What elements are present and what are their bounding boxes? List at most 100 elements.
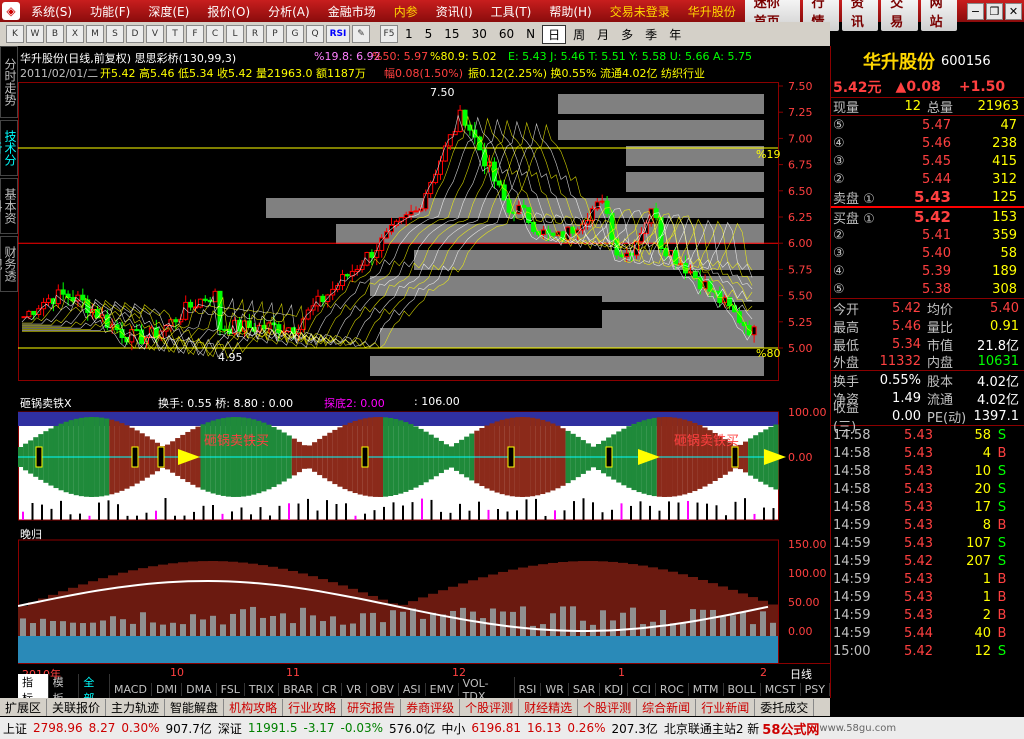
tab-intraday[interactable]: 分时走势 [0,46,18,118]
toolbar-icon-x[interactable]: X [66,25,84,43]
period-multi[interactable]: 多 [616,26,638,43]
period-day[interactable]: 日 [542,24,567,44]
ind-tab-dma[interactable]: DMA [182,683,217,696]
indicator1-volume-bar [449,512,452,520]
btab-news[interactable]: 综合新闻 [637,698,697,716]
toolbar-icon-g[interactable]: G [286,25,304,43]
toolbar-icon-c[interactable]: C [206,25,224,43]
btab-broker-rating[interactable]: 券商评级 [401,698,461,716]
ind-tab-dmi[interactable]: DMI [152,683,183,696]
btab-extension[interactable]: 扩展区 [0,698,48,716]
tab-technical[interactable]: 技术分析 [0,120,18,176]
menu-function[interactable]: 功能(F) [81,3,139,20]
menu-depth[interactable]: 深度(E) [139,3,198,20]
zx-index-label[interactable]: 中小 [438,720,468,737]
btab-institution[interactable]: 机构攻略 [224,698,284,716]
ind-tab-mcst[interactable]: MCST [761,683,801,696]
tab-fundamentals[interactable]: 基本资料 [0,178,18,234]
period-n[interactable]: N [521,27,540,41]
period-15min[interactable]: 15 [439,27,464,41]
restore-icon[interactable]: ❐ [986,2,1003,20]
kline-icon[interactable]: K [6,25,24,43]
menu-quote[interactable]: 报价(O) [198,3,259,20]
ind-tab-psy[interactable]: PSY [801,683,830,696]
ind-tab-wr[interactable]: WR [541,683,569,696]
btab-stock-eval-2[interactable]: 个股评测 [578,698,638,716]
menu-tools[interactable]: 工具(T) [482,3,541,20]
ind-tab-brar[interactable]: BRAR [279,683,318,696]
ind-tab-trix[interactable]: TRIX [245,683,280,696]
nav-website[interactable]: 网站 [920,0,957,31]
toolbar-icon-l[interactable]: L [226,25,244,43]
period-30min[interactable]: 30 [467,27,492,41]
ind-tab-fsl[interactable]: FSL [217,683,245,696]
ind-tab-obv[interactable]: OBV [367,683,399,696]
toolbar-icon-w[interactable]: W [26,25,44,43]
indicator1-volume-bar [772,508,775,520]
chart-area[interactable]: 7.50 7.25 7.00 6.75 6.50 6.25 6.00 5.75 5.50 5.25… [17,46,830,664]
period-60min[interactable]: 60 [494,27,519,41]
toolbar-icon-v[interactable]: V [146,25,164,43]
ind-tab-boll[interactable]: BOLL [724,683,761,696]
ind-tab-vr[interactable]: VR [342,683,367,696]
btab-main-force[interactable]: 主力轨迹 [106,698,166,716]
pencil-icon[interactable]: ✎ [352,25,370,43]
indicator2-grey-bar [310,615,316,636]
toolbar-icon-m[interactable]: M [86,25,104,43]
btab-smart-analysis[interactable]: 智能解盘 [165,698,225,716]
period-quarter[interactable]: 季 [640,26,662,43]
btab-industry-strategy[interactable]: 行业攻略 [283,698,343,716]
btab-orders[interactable]: 委托成交 [755,698,815,716]
ind-tab-emv[interactable]: EMV [426,683,459,696]
ind-tab-asi[interactable]: ASI [399,683,426,696]
btab-industry-news[interactable]: 行业新闻 [696,698,756,716]
menu-help[interactable]: 帮助(H) [540,3,600,20]
period-year[interactable]: 年 [664,26,686,43]
toolbar-icon-r[interactable]: R [246,25,264,43]
rsi-icon[interactable]: RSI [326,25,350,43]
menu-system[interactable]: 系统(S) [22,3,81,20]
sh-index-label[interactable]: 上证 [0,720,30,737]
chart-canvas[interactable]: 7.50 7.25 7.00 6.75 6.50 6.25 6.00 5.75 5.50 5.25… [17,46,830,664]
price-tick-label: 6.50 [788,185,813,198]
toolbar-icon-f[interactable]: F [186,25,204,43]
tab-financials[interactable]: 财务透视 [0,236,18,292]
menu-analysis[interactable]: 分析(A) [259,3,319,20]
period-5min[interactable]: 5 [420,27,438,41]
ind-tab-macd[interactable]: MACD [110,683,152,696]
period-1min[interactable]: 1 [400,27,418,41]
ind-tab-roc[interactable]: ROC [656,683,689,696]
period-month[interactable]: 月 [592,26,614,43]
x-period-label: 日线 [790,668,812,681]
menu-trade-status[interactable]: 交易未登录 [601,3,679,20]
quote-header: 华升股份 600156 [831,46,1024,76]
ind-tab-cci[interactable]: CCI [628,683,656,696]
period-week[interactable]: 周 [568,26,590,43]
minimize-icon[interactable]: − [967,2,984,20]
nav-trade[interactable]: 交易 [881,0,918,31]
nav-info[interactable]: 资讯 [841,0,879,31]
btab-finance-select[interactable]: 财经精选 [519,698,579,716]
btab-related-quote[interactable]: 关联报价 [47,698,107,716]
sz-index-label[interactable]: 深证 [215,720,245,737]
server-status[interactable]: 北京联通主站2 新 [661,720,762,737]
menu-info[interactable]: 资讯(I) [427,3,482,20]
toolbar-icon-p[interactable]: P [266,25,284,43]
toolbar-icon-s[interactable]: S [106,25,124,43]
ind-tab-sar[interactable]: SAR [569,683,601,696]
tick-row: 15:00 5.42 12 S [831,642,1024,660]
ind-tab-kdj[interactable]: KDJ [600,683,629,696]
ind-tab-rsi[interactable]: RSI [515,683,542,696]
toolbar-icon-d[interactable]: D [126,25,144,43]
ind-tab-mtm[interactable]: MTM [689,683,724,696]
btab-research[interactable]: 研究报告 [342,698,402,716]
menu-internal[interactable]: 内参 [385,3,427,20]
toolbar-icon-t[interactable]: T [166,25,184,43]
toolbar-icon-b[interactable]: B [46,25,64,43]
ind-tab-cr[interactable]: CR [318,683,343,696]
btab-stock-eval[interactable]: 个股评测 [460,698,520,716]
close-icon[interactable]: ✕ [1005,2,1022,20]
toolbar-icon-q[interactable]: Q [306,25,324,43]
f5-icon[interactable]: F5 [380,25,398,43]
menu-finance-market[interactable]: 金融市场 [319,3,385,20]
